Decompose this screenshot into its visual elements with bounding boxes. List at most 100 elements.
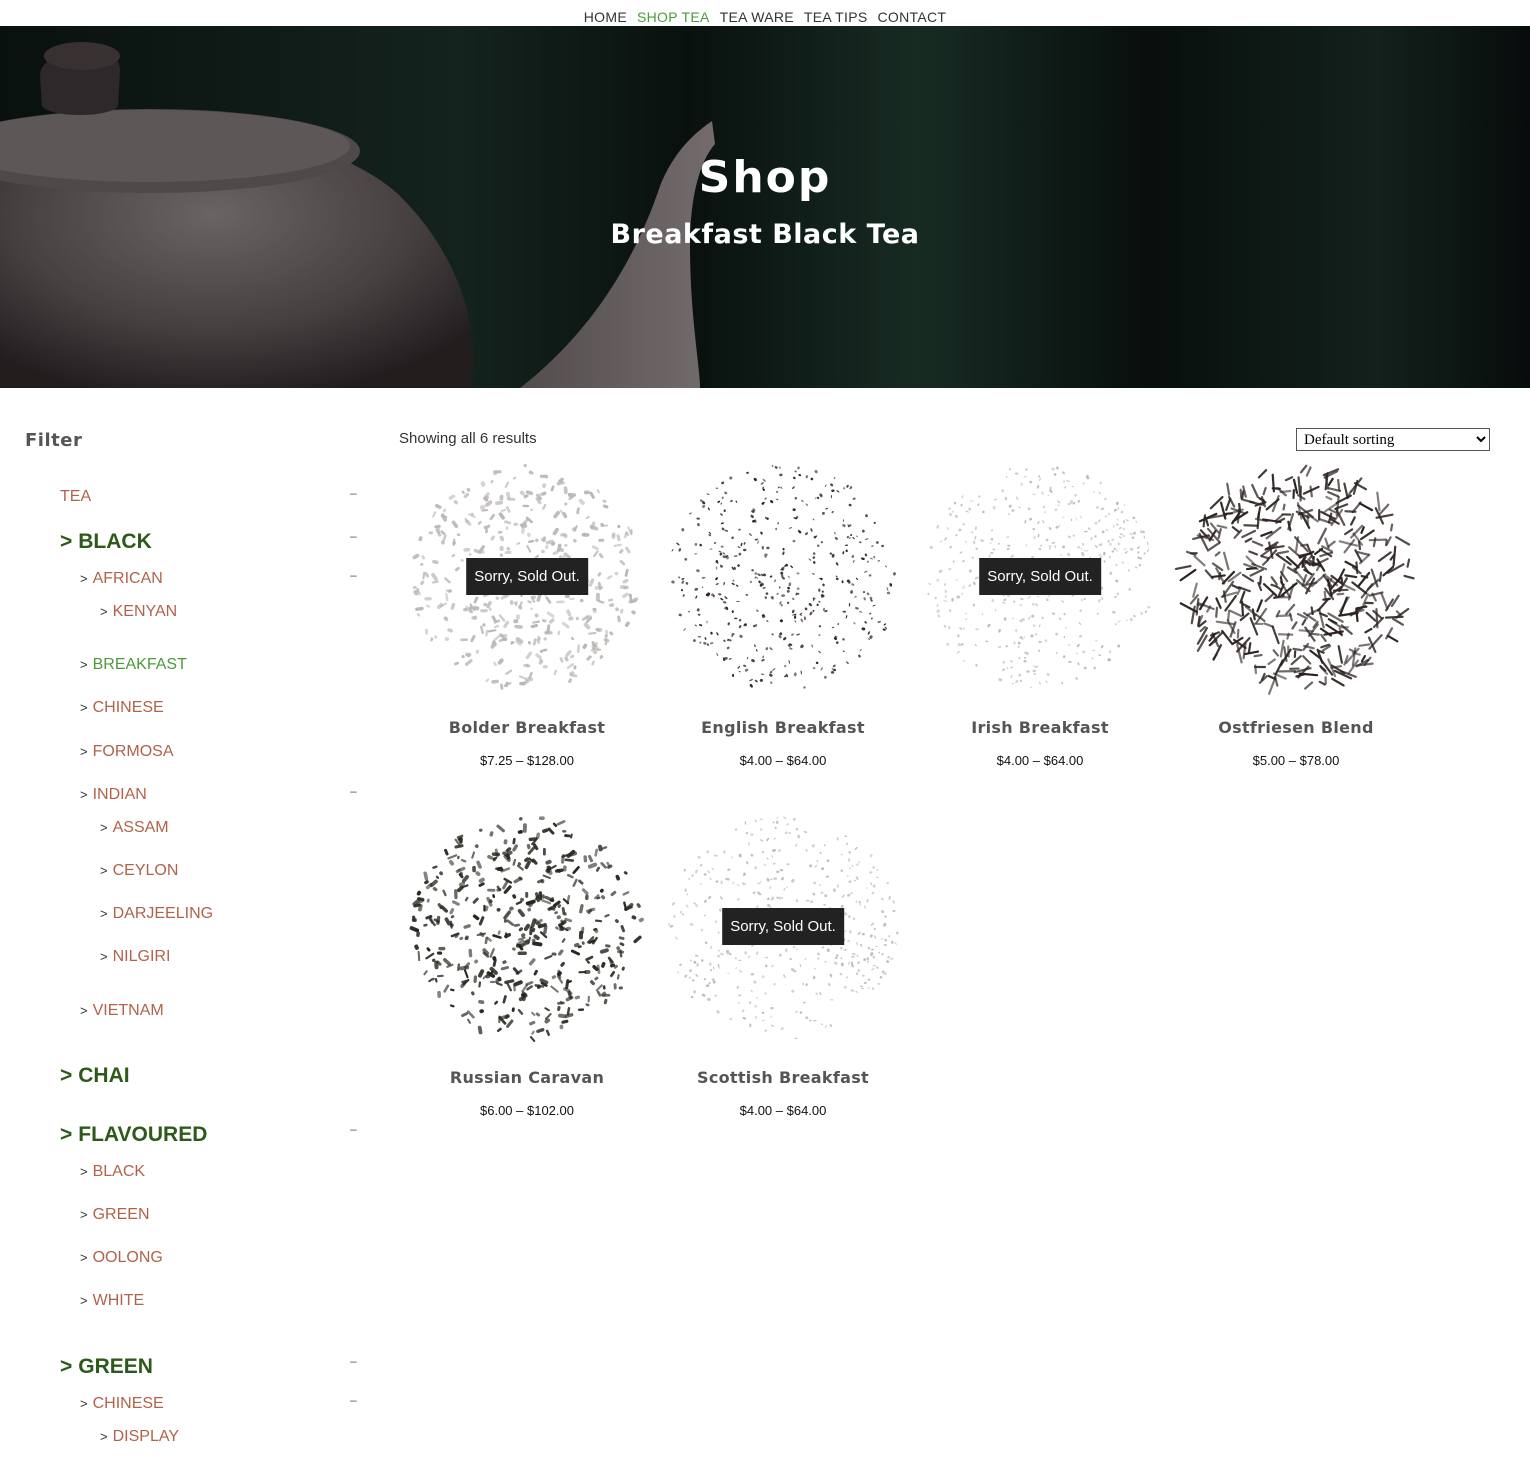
product-image[interactable]: Sorry, Sold Out. <box>655 800 911 1056</box>
tea-leaf-fragment <box>869 635 873 639</box>
product-name[interactable]: Ostfriesen Blend <box>1168 718 1424 737</box>
category-link-green-display[interactable]: DISPLAY <box>113 1428 179 1445</box>
tea-leaf-fragment <box>578 498 585 505</box>
nav-shop-tea[interactable]: SHOP TEA <box>637 9 710 25</box>
category-link-african[interactable]: AFRICAN <box>93 570 163 587</box>
tea-leaf-fragment <box>1011 682 1014 685</box>
tea-leaf-fragment <box>842 610 846 613</box>
tea-leaf-fragment <box>513 522 519 526</box>
collapse-toggle-green[interactable]: – <box>350 1355 357 1367</box>
tea-leaf-fragment <box>448 494 456 500</box>
product-image[interactable] <box>655 450 911 706</box>
tea-leaf-fragment <box>726 972 731 974</box>
tea-leaf-fragment <box>739 970 743 973</box>
tea-leaf-fragment <box>792 539 796 543</box>
product-card[interactable]: Sorry, Sold Out. Bolder Breakfast $7.25 … <box>399 450 655 768</box>
tea-leaf-fragment <box>561 621 570 629</box>
product-name[interactable]: Russian Caravan <box>399 1068 655 1087</box>
category-link-darjeeling[interactable]: DARJEELING <box>113 905 213 922</box>
tea-leaf-fragment <box>761 658 765 662</box>
collapse-toggle-flavoured[interactable]: – <box>350 1123 357 1135</box>
collapse-toggle-indian[interactable]: – <box>350 785 357 797</box>
tea-leaf-fragment <box>1072 534 1076 537</box>
tea-leaf-fragment <box>499 545 504 552</box>
tea-leaf-fragment <box>805 1016 809 1020</box>
tea-leaf-fragment <box>1222 551 1230 571</box>
nav-tea-tips[interactable]: TEA TIPS <box>804 9 868 25</box>
product-image[interactable] <box>1168 450 1424 706</box>
category-chai: > CHAI <box>60 1064 130 1088</box>
category-link-flavoured-white[interactable]: WHITE <box>93 1292 145 1309</box>
category-link-tea[interactable]: TEA <box>60 488 91 505</box>
tea-leaf-fragment <box>1204 569 1214 580</box>
tea-leaf-fragment <box>886 591 891 595</box>
tea-leaf-fragment <box>701 586 704 589</box>
tea-leaf-fragment <box>745 831 749 835</box>
tea-leaf-fragment <box>1030 686 1032 689</box>
product-card[interactable]: English Breakfast $4.00 – $64.00 <box>655 450 911 768</box>
tea-leaf-fragment <box>736 985 739 989</box>
product-name[interactable]: Scottish Breakfast <box>655 1068 911 1087</box>
product-name[interactable]: Irish Breakfast <box>912 718 1168 737</box>
product-image[interactable]: Sorry, Sold Out. <box>399 450 655 706</box>
tea-leaf-fragment <box>709 877 712 881</box>
tea-leaf-fragment <box>855 972 859 975</box>
nav-tea-ware[interactable]: TEA WARE <box>720 9 794 25</box>
product-name[interactable]: English Breakfast <box>655 718 911 737</box>
category-link-flavoured-black[interactable]: BLACK <box>93 1163 145 1180</box>
product-card[interactable]: Sorry, Sold Out. Scottish Breakfast $4.0… <box>655 800 911 1118</box>
nav-contact[interactable]: CONTACT <box>878 9 947 25</box>
category-link-kenyan[interactable]: KENYAN <box>113 603 178 620</box>
tea-leaf-fragment <box>1092 649 1096 652</box>
product-card[interactable]: Sorry, Sold Out. Irish Breakfast $4.00 –… <box>912 450 1168 768</box>
tea-leaf-fragment <box>1006 536 1010 538</box>
category-link-ceylon[interactable]: CEYLON <box>113 862 179 879</box>
category-link-flavoured-green[interactable]: GREEN <box>93 1206 150 1223</box>
tea-leaf-fragment <box>718 550 722 553</box>
collapse-toggle-african[interactable]: – <box>350 569 357 581</box>
product-card[interactable]: Ostfriesen Blend $5.00 – $78.00 <box>1168 450 1424 768</box>
tea-leaf-fragment <box>839 946 843 950</box>
category-link-green[interactable]: GREEN <box>78 1355 153 1378</box>
category-link-nilgiri[interactable]: NILGIRI <box>113 948 171 965</box>
collapse-toggle-tea[interactable]: – <box>350 487 357 499</box>
collapse-toggle-black[interactable]: – <box>350 530 357 542</box>
tea-leaf-fragment <box>450 602 456 610</box>
tea-leaf-fragment <box>959 626 963 631</box>
category-link-green-chinese[interactable]: CHINESE <box>93 1395 164 1412</box>
sorting-select[interactable]: Default sorting <box>1296 428 1490 451</box>
category-flavoured-oolong: > OOLONG <box>80 1249 163 1267</box>
tea-leaf-fragment <box>572 878 578 887</box>
tea-leaf-fragment <box>525 651 533 660</box>
arrow-icon: > <box>60 1123 73 1146</box>
tea-leaf-fragment <box>578 970 587 974</box>
category-darjeeling: > DARJEELING <box>100 905 213 923</box>
category-link-formosa[interactable]: FORMOSA <box>93 743 174 760</box>
category-link-flavoured-oolong[interactable]: OOLONG <box>93 1249 163 1266</box>
category-green-chinese: > CHINESE <box>80 1395 164 1413</box>
tea-leaf-fragment <box>816 496 820 500</box>
tea-leaf-fragment <box>1007 667 1009 670</box>
tea-leaf-fragment <box>1048 545 1052 548</box>
category-link-chinese[interactable]: CHINESE <box>93 699 164 716</box>
tea-leaf-fragment <box>561 1019 569 1024</box>
category-link-black[interactable]: BLACK <box>78 530 152 553</box>
product-card[interactable]: Russian Caravan $6.00 – $102.00 <box>399 800 655 1118</box>
category-link-assam[interactable]: ASSAM <box>113 819 169 836</box>
collapse-toggle-green-chinese[interactable]: – <box>350 1394 357 1406</box>
category-link-breakfast[interactable]: BREAKFAST <box>93 656 187 673</box>
category-link-chai[interactable]: CHAI <box>78 1064 129 1087</box>
tea-leaf-fragment <box>786 601 790 604</box>
tea-leaf-fragment <box>544 1007 550 1012</box>
product-image[interactable]: Sorry, Sold Out. <box>912 450 1168 706</box>
product-image[interactable] <box>399 800 655 1056</box>
nav-home[interactable]: HOME <box>584 9 627 25</box>
category-link-vietnam[interactable]: VIETNAM <box>93 1002 164 1019</box>
category-link-flavoured[interactable]: FLAVOURED <box>78 1123 207 1146</box>
tea-leaf-fragment <box>731 536 734 540</box>
tea-leaf-fragment <box>550 985 559 993</box>
category-link-indian[interactable]: INDIAN <box>93 786 147 803</box>
tea-leaf-fragment <box>568 616 574 621</box>
product-name[interactable]: Bolder Breakfast <box>399 718 655 737</box>
tea-leaf-fragment <box>614 571 619 576</box>
